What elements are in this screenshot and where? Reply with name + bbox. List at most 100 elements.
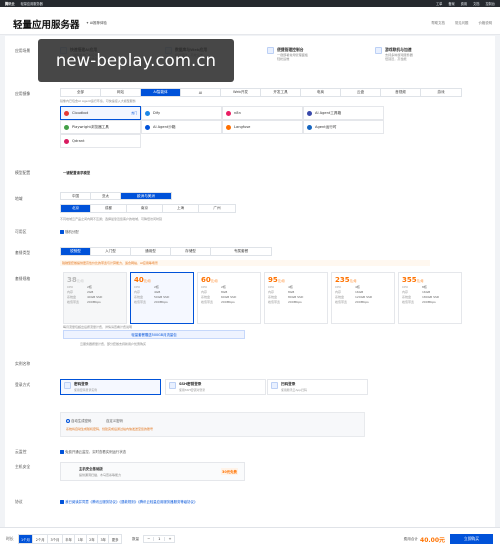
radio-icon <box>66 419 70 423</box>
tab-dev-tools[interactable]: 开发工具 <box>261 89 301 96</box>
agree-checkbox[interactable]: 我已阅读并同意《腾讯云服务协议》《退款规则》《腾讯云轻量应用服务器服务等级协议》 <box>60 499 197 504</box>
duration-3m[interactable]: 3个月 <box>48 535 63 543</box>
checkbox-icon <box>60 230 64 234</box>
city-nanjing[interactable]: 南京 <box>127 205 163 212</box>
city-chengdu[interactable]: 成都 <box>91 205 127 212</box>
security-card[interactable]: 主机安全基础版 提供漏洞扫描、木马查杀等能力 30元免费 <box>60 462 245 481</box>
nav-product[interactable]: 轻量应用服务器 <box>21 1 43 6</box>
pwd-auto[interactable]: 自动生成密码 <box>66 418 91 423</box>
image-card-langfuse[interactable]: Langfuse <box>222 120 303 134</box>
package-hint: 每月流量包超出后按流量计费，详情请查看计费说明 <box>63 325 133 329</box>
pwd-custom[interactable]: 自定义密码 <box>106 418 123 423</box>
spec-key: 系统盘 <box>335 295 345 299</box>
tab-ai[interactable]: AI <box>181 89 221 96</box>
tab-ecommerce[interactable]: 电商 <box>301 89 341 96</box>
price-link[interactable]: 价格说明 <box>478 20 492 25</box>
image-card-cloudbot[interactable]: Cloudbot 热门 <box>60 106 141 120</box>
region-city-tabs: 北京 成都 南京 上海 广州 <box>60 204 236 213</box>
duration-2y[interactable]: 2年 <box>87 535 99 543</box>
key-icon <box>64 382 71 389</box>
agree-label: 协议 <box>15 499 23 504</box>
tab-exclusive[interactable]: 专属套餐 <box>211 248 271 255</box>
minus-icon[interactable]: − <box>144 537 153 541</box>
watermark-overlay: new-beplay.com.cn <box>38 39 234 82</box>
duration-3y[interactable]: 3年 <box>98 535 110 543</box>
image-card-n8n[interactable]: n8n <box>222 106 303 120</box>
plus-icon[interactable]: + <box>165 537 174 541</box>
login-qrcode[interactable]: 扫码登录 使用腾讯云App扫码 <box>267 379 368 395</box>
image-card-qdrant[interactable]: Qdrant <box>60 134 141 148</box>
image-name: AI Agent工具箱 <box>315 110 342 115</box>
monitor-checkbox[interactable]: 免费开通云监控，实时查看实例运行状态 <box>60 449 126 454</box>
package-card[interactable]: 355元/月 CPU 8核 内存 16GB 系统盘 180GB SSD 峰值带宽 200… <box>398 272 462 324</box>
city-guangzhou[interactable]: 广州 <box>199 205 235 212</box>
help-link[interactable]: 帮助文档 <box>431 20 445 25</box>
traffic-banner[interactable]: 轻量套餐赠送500GB月流量包 <box>63 330 245 339</box>
zone-value: 随机分配 <box>65 230 79 234</box>
duration-2m[interactable]: 2个月 <box>33 535 49 543</box>
image-card-agent-toolbox[interactable]: AI Agent工具箱 <box>303 106 384 120</box>
scenario-card[interactable]: 游戏联机与加速 支持多种游戏服务器 低延迟，高性能 <box>375 47 413 61</box>
spec-key: 内存 <box>201 290 208 294</box>
tab-general[interactable]: 通用型 <box>131 248 171 255</box>
spec-cpu: 2核 <box>221 285 226 289</box>
nav-item[interactable]: 备案 <box>448 1 454 6</box>
package-card-selected[interactable]: 40元/月 CPU 2核 内存 4GB 系统盘 50GB SSD 峰值带宽 200Mbp… <box>130 272 194 324</box>
tab-eu-us[interactable]: 欧洲与美洲 <box>121 193 171 199</box>
image-card-dify[interactable]: Dify <box>141 106 222 120</box>
buy-button[interactable]: 立即购买 <box>450 534 493 544</box>
nav-item[interactable]: 工单 <box>436 1 442 6</box>
package-card[interactable]: 235元/月 CPU 4核 内存 16GB 系统盘 120GB SSD 峰值带宽 200… <box>331 272 395 324</box>
image-card-playwright[interactable]: Playwright浏览器工具 <box>60 120 141 134</box>
login-password[interactable]: 密码登录 使用密码登录实例 <box>60 379 161 395</box>
tab-apac[interactable]: 亚太 <box>91 193 121 199</box>
tab-all[interactable]: 全部 <box>61 89 101 96</box>
spec-key: 内存 <box>268 290 275 294</box>
pwd-auto-label: 自动生成密码 <box>71 419 92 423</box>
zone-random[interactable]: 随机分配 <box>60 229 79 234</box>
security-price: 30元免费 <box>221 468 238 475</box>
brand-logo[interactable]: 腾讯云 <box>5 1 15 6</box>
game-icon <box>375 47 382 54</box>
package-card[interactable]: 95元/月 CPU 4核 内存 8GB 系统盘 80GB SSD 峰值带宽 200Mbp… <box>264 272 328 324</box>
nav-item[interactable]: 文档 <box>473 1 479 6</box>
spec-key: 峰值带宽 <box>335 300 348 304</box>
city-shanghai[interactable]: 上海 <box>163 205 199 212</box>
ssh-icon <box>169 382 176 389</box>
duration-1m[interactable]: 1个月 <box>18 535 34 543</box>
duration-1y[interactable]: 1年 <box>75 535 87 543</box>
tab-ai-agent[interactable]: AI智能体 <box>141 89 181 96</box>
ai-badge[interactable]: ✦ AI推荐体验 <box>86 20 107 26</box>
login-ssh[interactable]: SSH密钥登录 使用SSH密钥对登录 <box>165 379 266 395</box>
qty-value[interactable]: 1 <box>153 537 166 541</box>
package-card[interactable]: 60元/月 CPU 2核 内存 8GB 系统盘 60GB SSD 峰值带宽 200Mbp… <box>197 272 261 324</box>
tab-china[interactable]: 中国 <box>61 193 91 199</box>
scenario-card[interactable]: 便捷管理控制台 一键部署常用管理面板 轻松运维 <box>267 47 308 61</box>
image-card-agent-runtime[interactable]: Agent运行时 <box>303 120 384 134</box>
spec-disk: 80GB SSD <box>288 295 304 299</box>
tab-games[interactable]: 游戏 <box>421 89 461 96</box>
nav-item[interactable]: 控制台 <box>485 1 495 6</box>
security-desc: 提供漏洞扫描、木马查杀等能力 <box>79 473 122 477</box>
tab-media[interactable]: 音视频 <box>381 89 421 96</box>
star-icon: ✦ <box>86 20 89 25</box>
price-unit: 元/月 <box>76 279 84 283</box>
image-card-agent-sandbox[interactable]: AI Agent沙箱 <box>141 120 222 134</box>
spec-mem: 8GB <box>288 290 295 294</box>
tab-cloud-disk[interactable]: 云盘 <box>341 89 381 96</box>
duration-6m[interactable]: 半年 <box>63 535 76 543</box>
tab-storage[interactable]: 存储型 <box>171 248 211 255</box>
agent-toolbox-icon <box>307 110 312 116</box>
tab-web-dev[interactable]: Web开发 <box>221 89 261 96</box>
faq-link[interactable]: 常见问题 <box>455 20 469 25</box>
traffic-banner-sub: 云服务器按量计费，部分套餐支持新用户优惠购买 <box>80 342 147 346</box>
nav-item[interactable]: 费用 <box>461 1 467 6</box>
city-beijing[interactable]: 北京 <box>61 205 91 212</box>
duration-more[interactable]: 更多 <box>109 535 121 543</box>
tab-website[interactable]: 网站 <box>101 89 141 96</box>
tab-entry[interactable]: 入门型 <box>91 248 131 255</box>
image-name: AI Agent沙箱 <box>153 124 176 129</box>
image-name: n8n <box>234 111 241 115</box>
tab-ruichi[interactable]: 锐驰型 <box>61 248 91 255</box>
spec-key: CPU <box>67 285 74 289</box>
